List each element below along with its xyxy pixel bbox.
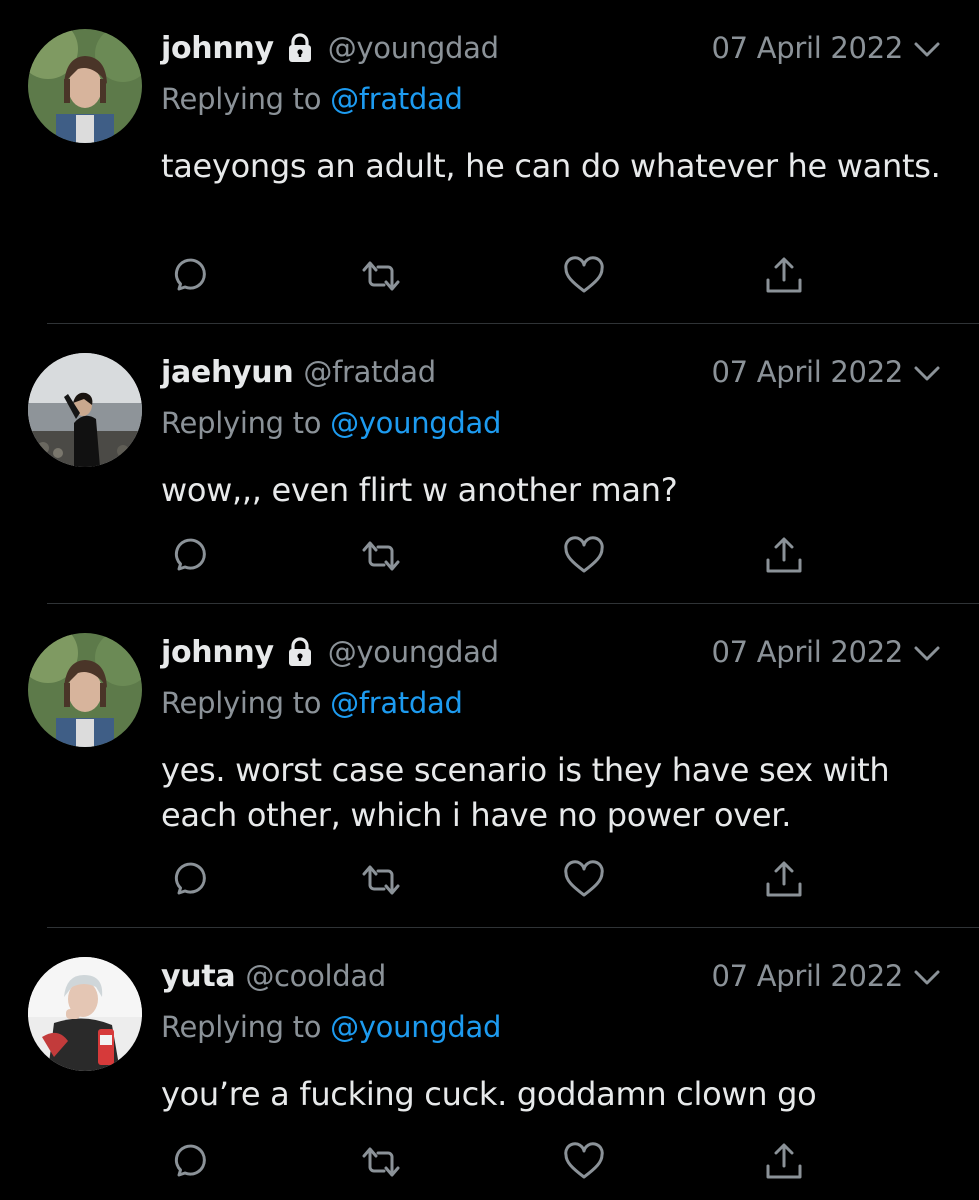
avatar-johnny[interactable] [28,633,142,747]
retweet-button[interactable] [357,856,405,904]
replying-to-label: Replying to [161,686,322,720]
lock-icon [284,636,316,668]
retweet-button[interactable] [357,532,405,580]
retweet-button[interactable] [357,252,405,300]
mention-link[interactable]: @youngdad [330,1010,501,1044]
heart-icon [564,860,604,897]
replying-to-line: Replying to @fratdad [161,686,463,720]
user-handle[interactable]: @youngdad [328,635,499,669]
mention-link[interactable]: @youngdad [330,406,501,440]
display-name[interactable]: johnny [161,635,274,670]
display-name[interactable]: yuta [161,959,236,994]
mention-link[interactable]: @fratdad [330,82,463,116]
tweet-divider [47,323,979,324]
reply-button[interactable] [163,532,211,580]
share-button[interactable] [760,856,808,904]
retweet-icon [362,541,400,571]
replying-to-line: Replying to @fratdad [161,82,463,116]
tweet-divider [47,927,979,928]
tweet-text: wow,,, even flirt w another man? [161,471,678,509]
chevron-down-icon[interactable] [912,358,942,388]
tweet-actions [163,532,823,580]
mention-link[interactable]: @fratdad [330,686,463,720]
reply-icon [174,258,206,291]
tweet-2[interactable]: jaehyun @fratdad 07 April 2022 Replying … [0,348,979,603]
like-button[interactable] [560,1138,608,1186]
share-icon [766,861,802,897]
share-icon [766,537,802,573]
tweet-1[interactable]: johnny @youngdad 07 April 2022 Replying … [0,24,979,324]
heart-icon [564,536,604,573]
tweet-date: 07 April 2022 [711,635,903,669]
tweet-3[interactable]: johnny @youngdad 07 April 2022 Replying … [0,628,979,928]
reply-button[interactable] [163,856,211,904]
display-name[interactable]: jaehyun [161,355,294,390]
like-button[interactable] [560,856,608,904]
user-handle[interactable]: @fratdad [303,355,436,389]
share-icon [766,257,802,293]
share-icon [766,1143,802,1179]
avatar-jaehyun[interactable] [28,353,142,467]
tweet-date: 07 April 2022 [711,31,903,65]
tweet-actions [163,1138,823,1186]
share-button[interactable] [760,252,808,300]
tweet-4[interactable]: yuta @cooldad 07 April 2022 Replying to … [0,952,979,1200]
share-button[interactable] [760,532,808,580]
tweet-divider [47,603,979,604]
replying-to-label: Replying to [161,82,322,116]
retweet-icon [362,865,400,895]
display-name[interactable]: johnny [161,31,274,66]
replying-to-line: Replying to @youngdad [161,406,501,440]
tweet-actions [163,856,823,904]
user-handle[interactable]: @youngdad [328,31,499,65]
user-handle[interactable]: @cooldad [245,959,386,993]
chevron-down-icon[interactable] [912,34,942,64]
heart-icon [564,1142,604,1179]
share-button[interactable] [760,1138,808,1186]
reply-button[interactable] [163,1138,211,1186]
chevron-down-icon[interactable] [912,638,942,668]
replying-to-label: Replying to [161,1010,322,1044]
reply-icon [174,862,206,895]
tweet-date: 07 April 2022 [711,355,903,389]
like-button[interactable] [560,252,608,300]
like-button[interactable] [560,532,608,580]
reply-icon [174,1144,206,1177]
lock-icon [284,32,316,64]
replying-to-line: Replying to @youngdad [161,1010,501,1044]
chevron-down-icon[interactable] [912,962,942,992]
retweet-icon [362,1147,400,1177]
tweet-actions [163,252,823,300]
reply-icon [174,538,206,571]
tweet-text: taeyongs an adult, he can do whatever he… [161,147,941,185]
replying-to-label: Replying to [161,406,322,440]
tweet-text: yes. worst case scenario is they have se… [161,751,890,834]
reply-button[interactable] [163,252,211,300]
avatar-yuta[interactable] [28,957,142,1071]
reply-thread: johnny @youngdad 07 April 2022 Replying … [0,0,979,1200]
retweet-button[interactable] [357,1138,405,1186]
tweet-date: 07 April 2022 [711,959,903,993]
tweet-text: you’re a fucking cuck. goddamn clown go [161,1075,817,1113]
retweet-icon [362,261,400,291]
avatar-johnny[interactable] [28,29,142,143]
heart-icon [564,256,604,293]
